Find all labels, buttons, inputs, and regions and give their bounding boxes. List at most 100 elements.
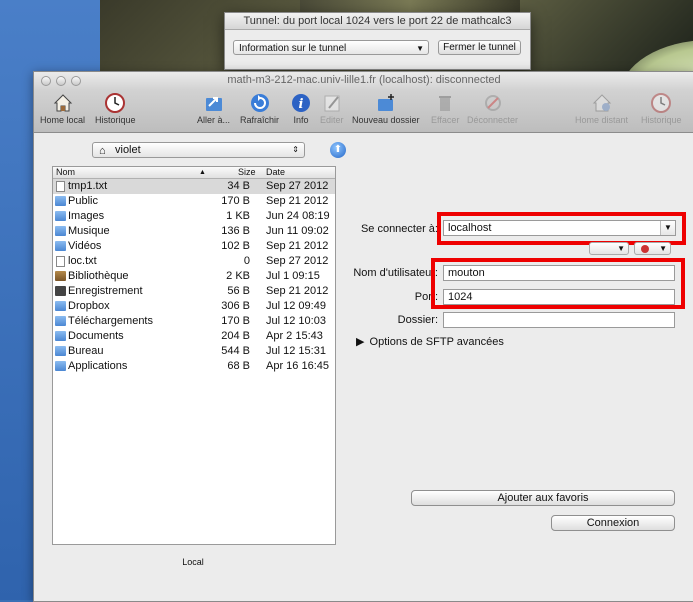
info-icon: i xyxy=(292,94,310,112)
file-row[interactable]: tmp1.txt 34 B Sep 27 2012 xyxy=(53,179,335,194)
file-row[interactable]: Bibliothèque 2 KB Jul 1 09:15 xyxy=(53,269,335,284)
info-button[interactable]: i Info xyxy=(290,92,312,125)
remote-house-icon xyxy=(592,94,611,112)
file-row[interactable]: Téléchargements 170 B Jul 12 10:03 xyxy=(53,314,335,329)
file-list-header: Nom ▲ Size Date xyxy=(53,167,335,179)
file-row[interactable]: Bureau 544 B Jul 12 15:31 xyxy=(53,344,335,359)
file-name: Dropbox xyxy=(68,300,110,312)
column-size-header[interactable]: Size xyxy=(238,167,256,178)
file-name: Images xyxy=(68,210,105,222)
highlight-box-host xyxy=(437,212,686,245)
new-folder-button[interactable]: Nouveau dossier xyxy=(352,92,420,125)
house-icon xyxy=(53,94,72,112)
refresh-button[interactable]: Rafraîchir xyxy=(240,92,279,125)
toolbar: Home local Historique Aller à... Rafraîc… xyxy=(34,90,693,133)
file-size: 170 B xyxy=(221,195,250,207)
file-name: Téléchargements xyxy=(68,315,153,327)
recording-folder-icon xyxy=(55,286,66,296)
folder-icon xyxy=(55,301,66,311)
file-date: Sep 21 2012 xyxy=(266,285,329,297)
home-local-button[interactable]: Home local xyxy=(40,92,85,125)
disconnect-icon xyxy=(484,95,501,111)
add-favorites-button[interactable]: Ajouter aux favoris xyxy=(411,490,675,506)
file-date: Jun 24 08:19 xyxy=(266,210,330,222)
local-pane-label: Local xyxy=(182,557,204,567)
library-folder-icon xyxy=(55,271,66,281)
file-row[interactable]: Documents 204 B Apr 2 15:43 xyxy=(53,329,335,344)
highlight-box-user-port xyxy=(431,258,685,309)
file-size: 2 KB xyxy=(226,270,250,282)
file-name: Documents xyxy=(68,330,124,342)
file-name: Applications xyxy=(68,360,128,372)
file-size: 136 B xyxy=(221,225,250,237)
folder-icon xyxy=(55,331,66,341)
file-name: loc.txt xyxy=(68,255,97,267)
local-path-select[interactable]: ⌂ violet ⇕ xyxy=(92,142,305,158)
file-row[interactable]: Enregistrement 56 B Sep 21 2012 xyxy=(53,284,335,299)
file-size: 306 B xyxy=(221,300,250,312)
clock-icon xyxy=(651,93,672,113)
file-date: Apr 16 16:45 xyxy=(266,360,329,372)
file-date: Jun 11 09:02 xyxy=(266,225,329,237)
folder-icon xyxy=(55,241,66,251)
file-row[interactable]: Vidéos 102 B Sep 21 2012 xyxy=(53,239,335,254)
parent-folder-button[interactable]: ⬆ xyxy=(330,142,346,158)
advanced-options-toggle[interactable]: ▶ Options de SFTP avancées xyxy=(356,335,504,348)
file-row[interactable]: Images 1 KB Jun 24 08:19 xyxy=(53,209,335,224)
encoding-combo[interactable]: ▼ xyxy=(634,242,671,255)
folder-arrow-icon xyxy=(205,97,222,111)
flag-icon xyxy=(641,245,649,253)
tunnel-panel: Tunnel: du port local 1024 vers le port … xyxy=(224,12,531,70)
file-size: 102 B xyxy=(221,240,250,252)
file-name: Vidéos xyxy=(68,240,102,252)
file-date: Apr 2 15:43 xyxy=(266,330,323,342)
updown-arrows-icon: ⇕ xyxy=(292,145,299,154)
file-date: Sep 21 2012 xyxy=(266,195,329,207)
file-name: Bureau xyxy=(68,345,104,357)
file-date: Jul 12 15:31 xyxy=(266,345,326,357)
file-row[interactable]: Public 170 B Sep 21 2012 xyxy=(53,194,335,209)
file-size: 170 B xyxy=(221,315,250,327)
local-file-list[interactable]: Nom ▲ Size Date tmp1.txt 34 B Sep 27 2012 P… xyxy=(52,166,336,545)
host-label: Se connecter à: xyxy=(360,223,438,235)
port-label: Port: xyxy=(414,291,438,303)
file-name: tmp1.txt xyxy=(68,180,108,192)
column-name-header[interactable]: Nom xyxy=(56,167,75,178)
folder-icon xyxy=(55,196,66,206)
history-left-button[interactable]: Historique xyxy=(95,92,136,125)
history-right-button[interactable]: Historique xyxy=(641,92,682,125)
protocol-combo[interactable]: ▼ xyxy=(589,242,629,255)
tunnel-title: Tunnel: du port local 1024 vers le port … xyxy=(225,13,530,30)
close-tunnel-button[interactable]: Fermer le tunnel xyxy=(438,40,521,55)
column-date-header[interactable]: Date xyxy=(266,167,285,178)
edit-button[interactable]: Editer xyxy=(320,92,344,125)
window-title: math-m3-212-mac.univ-lille1.fr (localhos… xyxy=(227,74,501,86)
svg-text:i: i xyxy=(299,97,304,112)
file-date: Sep 27 2012 xyxy=(266,180,329,192)
folder-label: Dossier: xyxy=(397,314,438,326)
file-row[interactable]: Applications 68 B Apr 16 16:45 xyxy=(53,359,335,374)
advanced-options-label: Options de SFTP avancées xyxy=(369,336,504,348)
chevron-down-icon: ▼ xyxy=(617,244,625,253)
erase-button[interactable]: Effacer xyxy=(431,92,459,125)
file-name: Enregistrement xyxy=(68,285,143,297)
arrow-up-icon: ⬆ xyxy=(333,144,343,155)
file-size: 56 B xyxy=(227,285,250,297)
trash-icon xyxy=(439,96,452,111)
file-date: Sep 21 2012 xyxy=(266,240,329,252)
pencil-icon xyxy=(324,95,340,112)
file-name: Bibliothèque xyxy=(68,270,129,282)
chevron-down-icon: ▼ xyxy=(416,44,424,53)
file-row[interactable]: loc.txt 0 Sep 27 2012 xyxy=(53,254,335,269)
tunnel-info-select[interactable]: Information sur le tunnel ▼ xyxy=(233,40,429,55)
connect-button[interactable]: Connexion xyxy=(551,515,675,531)
disconnect-button[interactable]: Déconnecter xyxy=(467,92,518,125)
file-size: 34 B xyxy=(227,180,250,192)
goto-button[interactable]: Aller à... xyxy=(197,92,230,125)
house-icon: ⌂ xyxy=(99,145,106,157)
home-remote-button[interactable]: Home distant xyxy=(575,92,628,125)
file-row[interactable]: Musique 136 B Jun 11 09:02 xyxy=(53,224,335,239)
folder-field[interactable] xyxy=(443,312,675,328)
file-row[interactable]: Dropbox 306 B Jul 12 09:49 xyxy=(53,299,335,314)
refresh-icon xyxy=(250,94,269,112)
